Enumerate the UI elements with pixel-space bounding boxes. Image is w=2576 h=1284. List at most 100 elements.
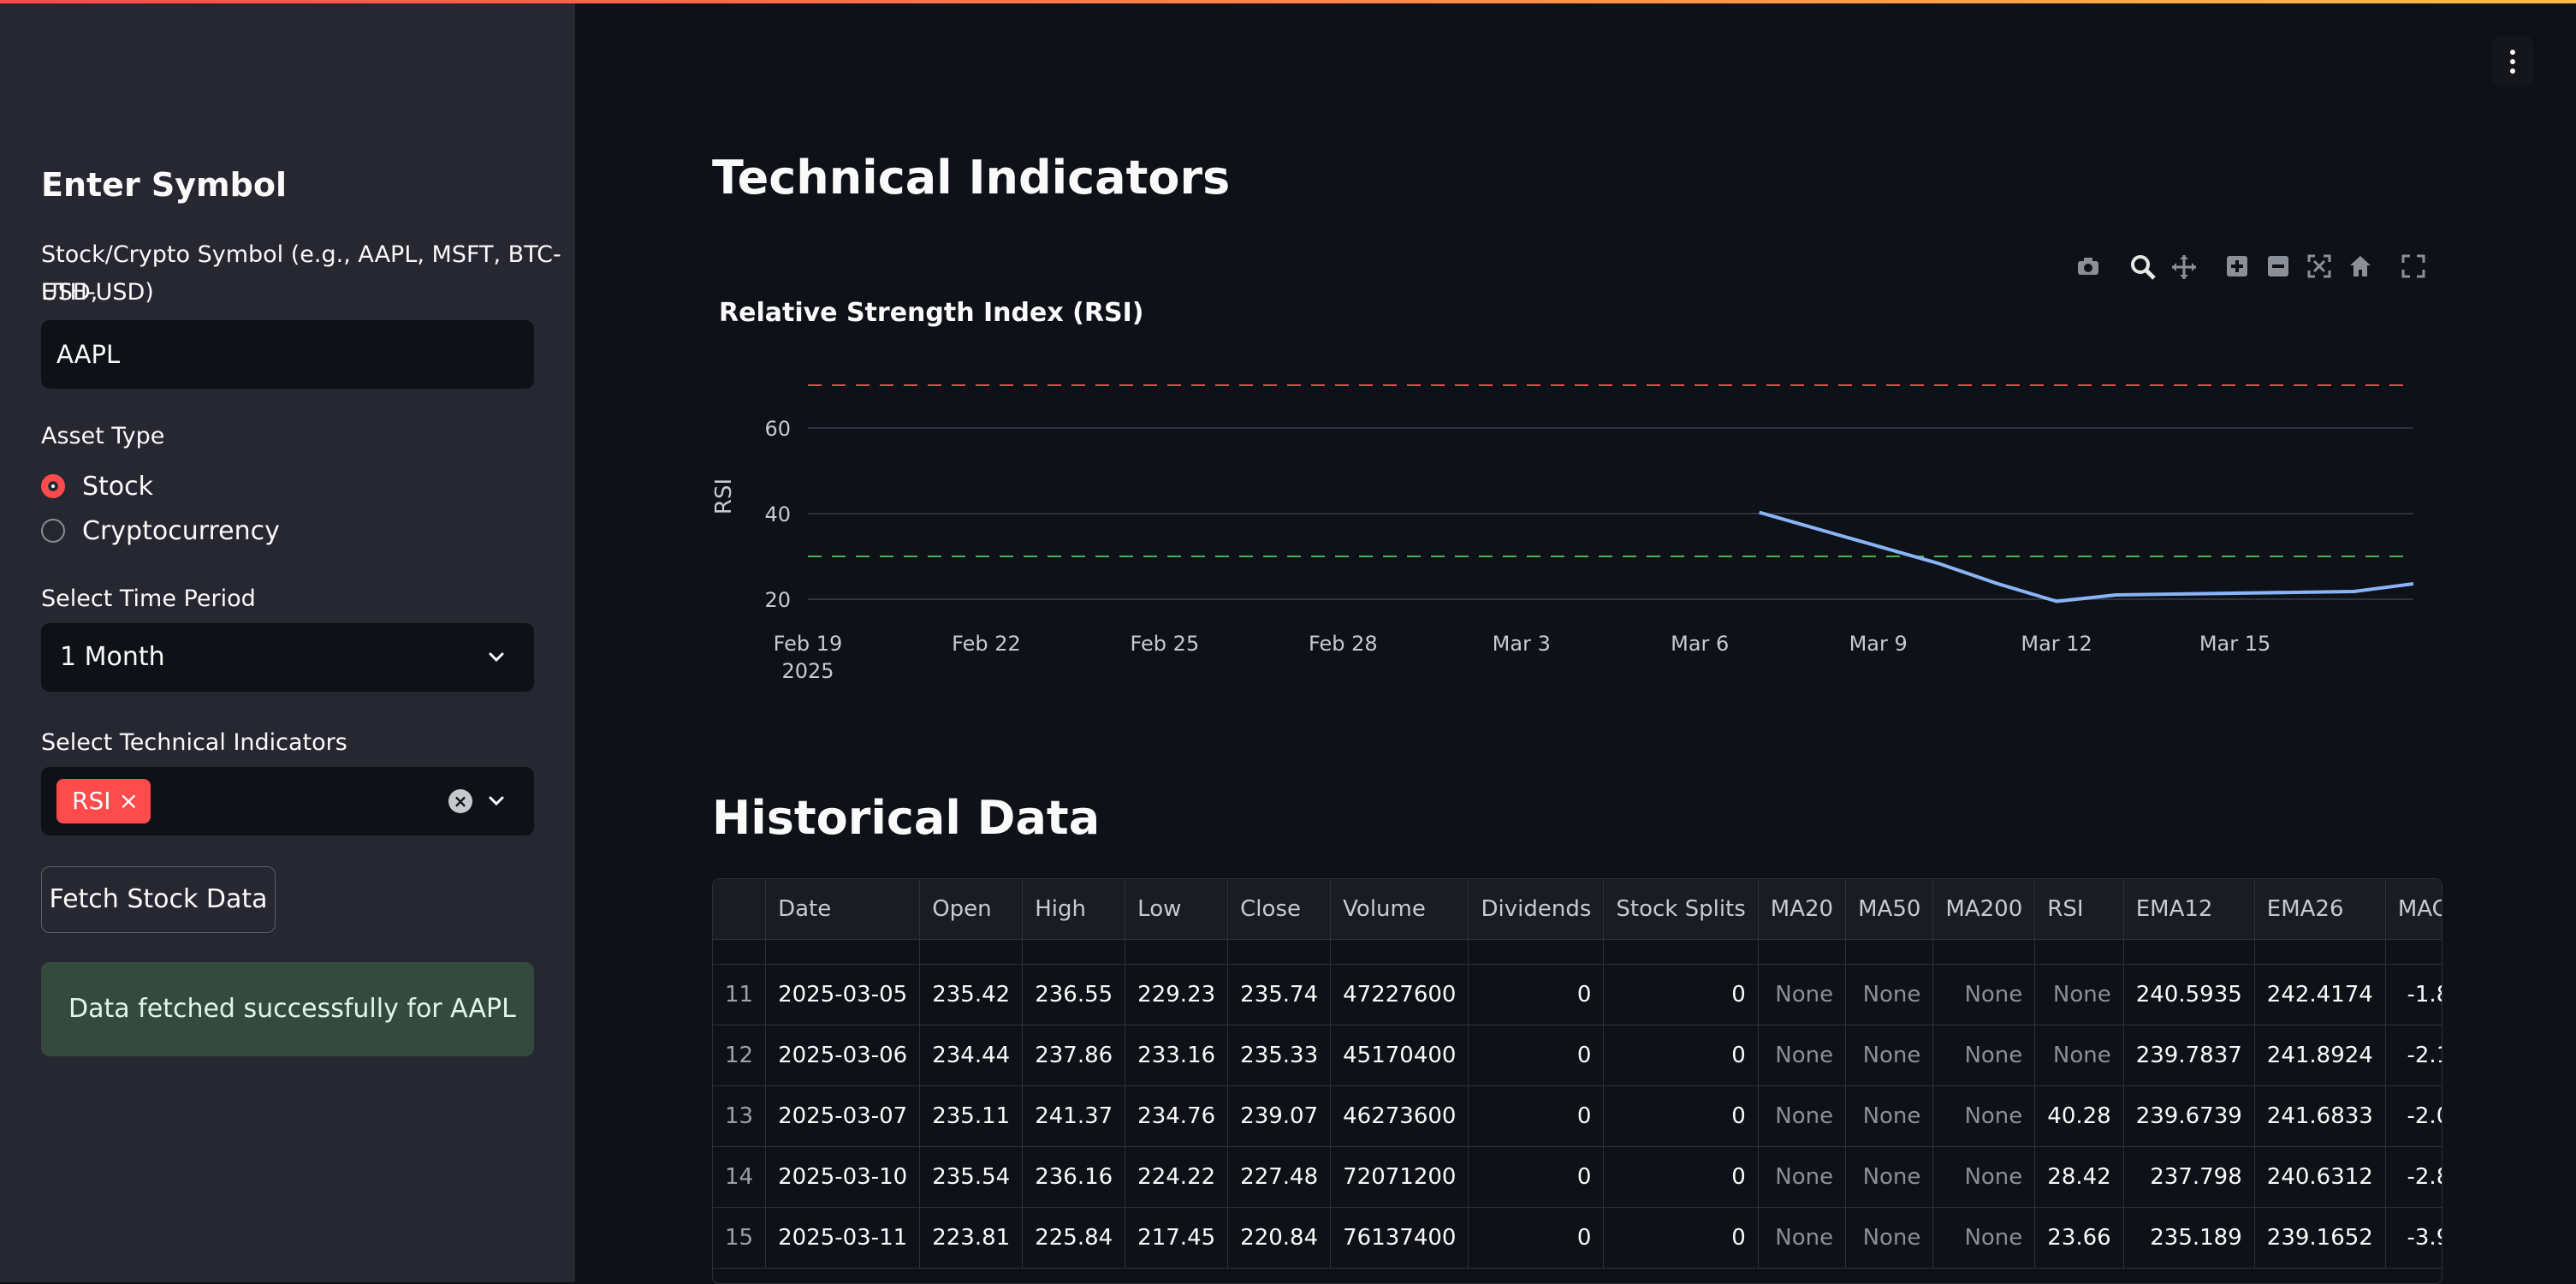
- column-header[interactable]: [713, 879, 766, 940]
- table-cell[interactable]: 0: [1604, 1208, 1758, 1269]
- table-cell[interactable]: 242.4174: [2254, 965, 2385, 1025]
- column-header[interactable]: EMA26: [2254, 879, 2385, 940]
- table-cell[interactable]: 235.42: [920, 965, 1023, 1025]
- table-cell[interactable]: 0: [1469, 1086, 1604, 1147]
- table-cell[interactable]: None: [1758, 1147, 1845, 1208]
- table-cell[interactable]: 2025-03-11: [766, 1208, 920, 1269]
- table-cell[interactable]: 40.28: [2035, 1086, 2123, 1147]
- table-cell[interactable]: None: [1758, 1208, 1845, 1269]
- table-cell[interactable]: 15: [713, 1208, 766, 1269]
- column-header[interactable]: Dividends: [1469, 879, 1604, 940]
- main-menu-button[interactable]: [2492, 36, 2533, 87]
- table-cell[interactable]: 14: [713, 1147, 766, 1208]
- table-cell[interactable]: 28.42: [2035, 1147, 2123, 1208]
- table-cell[interactable]: 11: [713, 965, 766, 1025]
- column-header[interactable]: Low: [1125, 879, 1228, 940]
- table-cell[interactable]: 0: [1604, 1025, 1758, 1086]
- zoom-in-icon[interactable]: [2222, 253, 2253, 284]
- tag-remove-icon[interactable]: ×: [119, 779, 139, 823]
- table-row[interactable]: 112025-03-05235.42236.55229.23235.744722…: [713, 965, 2442, 1025]
- table-cell[interactable]: 235.54: [920, 1147, 1023, 1208]
- table-cell[interactable]: None: [1846, 1208, 1933, 1269]
- table-cell[interactable]: None: [1933, 1208, 2035, 1269]
- table-cell[interactable]: 0: [1469, 965, 1604, 1025]
- column-header[interactable]: Volume: [1331, 879, 1469, 940]
- historical-data-table[interactable]: DateOpenHighLowCloseVolumeDividendsStock…: [712, 878, 2442, 1284]
- clear-all-icon[interactable]: ×: [448, 789, 472, 813]
- table-row[interactable]: 122025-03-06234.44237.86233.16235.334517…: [713, 1025, 2442, 1086]
- column-header[interactable]: MACD: [2385, 879, 2442, 940]
- table-cell[interactable]: -3.98: [2385, 1208, 2442, 1269]
- table-cell[interactable]: 224.22: [1125, 1147, 1228, 1208]
- table-cell[interactable]: 227.48: [1228, 1147, 1331, 1208]
- column-header[interactable]: RSI: [2035, 879, 2123, 940]
- table-cell[interactable]: None: [2035, 1025, 2123, 1086]
- table-cell[interactable]: 2025-03-10: [766, 1147, 920, 1208]
- table-cell[interactable]: 223.81: [920, 1208, 1023, 1269]
- table-cell[interactable]: -2.83: [2385, 1147, 2442, 1208]
- table-cell[interactable]: None: [1846, 1025, 1933, 1086]
- table-cell[interactable]: 45170400: [1331, 1025, 1469, 1086]
- indicator-tag-rsi[interactable]: RSI ×: [56, 779, 151, 823]
- table-cell[interactable]: 229.23: [1125, 965, 1228, 1025]
- table-cell[interactable]: 0: [1604, 1147, 1758, 1208]
- table-cell[interactable]: 235.189: [2123, 1208, 2254, 1269]
- table-row[interactable]: 132025-03-07235.11241.37234.76239.074627…: [713, 1086, 2442, 1147]
- table-cell[interactable]: 2025-03-05: [766, 965, 920, 1025]
- table-cell[interactable]: 241.6833: [2254, 1086, 2385, 1147]
- zoom-out-icon[interactable]: [2263, 253, 2294, 284]
- table-cell[interactable]: 235.33: [1228, 1025, 1331, 1086]
- fullscreen-icon[interactable]: [2398, 253, 2429, 284]
- table-cell[interactable]: None: [1758, 965, 1845, 1025]
- table-cell[interactable]: 2025-03-06: [766, 1025, 920, 1086]
- table-cell[interactable]: 234.44: [920, 1025, 1023, 1086]
- table-cell[interactable]: 240.6312: [2254, 1147, 2385, 1208]
- table-cell[interactable]: 72071200: [1331, 1147, 1469, 1208]
- table-cell[interactable]: None: [1933, 1025, 2035, 1086]
- camera-icon[interactable]: [2073, 253, 2104, 284]
- table-cell[interactable]: 13: [713, 1086, 766, 1147]
- table-cell[interactable]: 240.5935: [2123, 965, 2254, 1025]
- table-cell[interactable]: 220.84: [1228, 1208, 1331, 1269]
- indicators-multiselect[interactable]: RSI × ×: [41, 767, 534, 835]
- column-header[interactable]: Close: [1228, 879, 1331, 940]
- table-cell[interactable]: 46273600: [1331, 1086, 1469, 1147]
- column-header[interactable]: MA50: [1846, 879, 1933, 940]
- table-cell[interactable]: 237.798: [2123, 1147, 2254, 1208]
- table-cell[interactable]: 12: [713, 1025, 766, 1086]
- table-cell[interactable]: None: [1933, 1147, 2035, 1208]
- symbol-input[interactable]: AAPL: [41, 320, 534, 389]
- table-cell[interactable]: 234.76: [1125, 1086, 1228, 1147]
- column-header[interactable]: Open: [920, 879, 1023, 940]
- table-cell[interactable]: None: [1758, 1025, 1845, 1086]
- table-cell[interactable]: 241.8924: [2254, 1025, 2385, 1086]
- table-cell[interactable]: None: [1846, 1086, 1933, 1147]
- radio-stock[interactable]: Stock: [41, 467, 153, 505]
- table-cell[interactable]: 23.66: [2035, 1208, 2123, 1269]
- table-row[interactable]: 142025-03-10235.54236.16224.22227.487207…: [713, 1147, 2442, 1208]
- table-cell[interactable]: None: [1846, 965, 1933, 1025]
- column-header[interactable]: EMA12: [2123, 879, 2254, 940]
- table-cell[interactable]: 235.11: [920, 1086, 1023, 1147]
- column-header[interactable]: MA200: [1933, 879, 2035, 940]
- table-cell[interactable]: 76137400: [1331, 1208, 1469, 1269]
- table-cell[interactable]: 236.55: [1023, 965, 1125, 1025]
- table-cell[interactable]: 233.16: [1125, 1025, 1228, 1086]
- column-header[interactable]: MA20: [1758, 879, 1845, 940]
- pan-icon[interactable]: [2169, 253, 2199, 284]
- table-cell[interactable]: 239.1652: [2254, 1208, 2385, 1269]
- fetch-stock-data-button[interactable]: Fetch Stock Data: [41, 866, 276, 933]
- zoom-icon[interactable]: [2128, 253, 2158, 284]
- table-cell[interactable]: 241.37: [1023, 1086, 1125, 1147]
- table-cell[interactable]: 225.84: [1023, 1208, 1125, 1269]
- table-cell[interactable]: 235.74: [1228, 965, 1331, 1025]
- table-cell[interactable]: 239.6739: [2123, 1086, 2254, 1147]
- table-cell[interactable]: None: [1933, 1086, 2035, 1147]
- table-row[interactable]: 152025-03-11223.81225.84217.45220.847613…: [713, 1208, 2442, 1269]
- table-cell[interactable]: 0: [1469, 1025, 1604, 1086]
- rsi-chart[interactable]: 204060Feb 192025Feb 22Feb 25Feb 28Mar 3M…: [712, 342, 2424, 702]
- table-cell[interactable]: -2.01: [2385, 1086, 2442, 1147]
- table-cell[interactable]: 239.7837: [2123, 1025, 2254, 1086]
- table-cell[interactable]: None: [1933, 965, 2035, 1025]
- table-cell[interactable]: 0: [1469, 1147, 1604, 1208]
